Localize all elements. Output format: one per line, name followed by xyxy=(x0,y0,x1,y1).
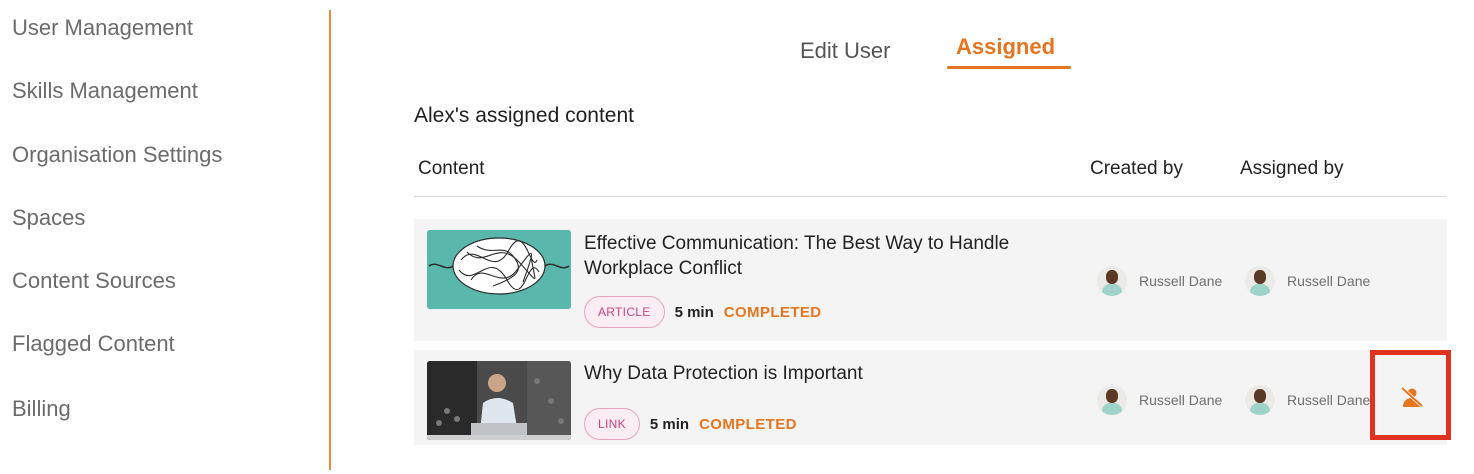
column-header-created-by: Created by xyxy=(1090,158,1183,179)
page-title: Alex's assigned content xyxy=(414,104,634,127)
avatar xyxy=(1097,385,1127,415)
column-header-assigned-by: Assigned by xyxy=(1240,158,1344,179)
duration-label: 5 min xyxy=(649,415,690,433)
content-title[interactable]: Why Data Protection is Important xyxy=(584,361,1084,386)
unassign-button[interactable] xyxy=(1370,350,1451,440)
content-type-badge: ARTICLE xyxy=(584,296,665,328)
created-by-cell: Russell Dane xyxy=(1097,385,1222,415)
sidebar-item-content-sources[interactable]: Content Sources xyxy=(12,268,176,294)
content-title[interactable]: Effective Communication: The Best Way to… xyxy=(584,231,1084,281)
tab-assigned[interactable]: Assigned xyxy=(956,34,1055,60)
avatar xyxy=(1245,385,1275,415)
created-by-cell: Russell Dane xyxy=(1097,266,1222,296)
sidebar-item-skills-management[interactable]: Skills Management xyxy=(12,78,198,104)
content-thumbnail[interactable] xyxy=(427,230,571,309)
assigned-by-cell: Russell Dane xyxy=(1245,266,1370,296)
header-divider xyxy=(414,196,1447,197)
assigned-by-name: Russell Dane xyxy=(1287,273,1371,289)
table-row[interactable]: Effective Communication: The Best Way to… xyxy=(414,219,1447,341)
created-by-name: Russell Dane xyxy=(1139,392,1223,408)
status-badge: COMPLETED xyxy=(723,303,822,321)
sidebar-divider xyxy=(329,10,331,470)
avatar xyxy=(1245,266,1275,296)
avatar xyxy=(1097,266,1127,296)
unassign-user-icon xyxy=(1400,386,1424,408)
sidebar-item-user-management[interactable]: User Management xyxy=(12,15,193,41)
table-row[interactable]: Why Data Protection is Important LINK 5 … xyxy=(414,350,1447,445)
sidebar-item-billing[interactable]: Billing xyxy=(12,396,71,422)
sidebar-item-spaces[interactable]: Spaces xyxy=(12,205,85,231)
assigned-by-cell: Russell Dane xyxy=(1245,385,1370,415)
duration-label: 5 min xyxy=(674,303,714,321)
sidebar: User Management Skills Management Organi… xyxy=(0,0,330,474)
content-type-badge: LINK xyxy=(584,408,640,440)
created-by-name: Russell Dane xyxy=(1139,273,1223,289)
content-thumbnail[interactable] xyxy=(427,361,571,440)
active-tab-indicator xyxy=(947,66,1071,69)
sidebar-item-organisation-settings[interactable]: Organisation Settings xyxy=(12,142,222,168)
sidebar-item-flagged-content[interactable]: Flagged Content xyxy=(12,331,175,357)
status-badge: COMPLETED xyxy=(699,415,797,433)
content-meta: ARTICLE 5 min COMPLETED xyxy=(584,296,822,328)
assigned-by-name: Russell Dane xyxy=(1287,392,1371,408)
content-meta: LINK 5 min COMPLETED xyxy=(584,408,797,440)
person-at-laptop-photo xyxy=(427,361,571,440)
tab-edit-user[interactable]: Edit User xyxy=(800,38,890,64)
column-header-content: Content xyxy=(418,158,485,179)
tangled-lines-illustration xyxy=(427,230,571,309)
